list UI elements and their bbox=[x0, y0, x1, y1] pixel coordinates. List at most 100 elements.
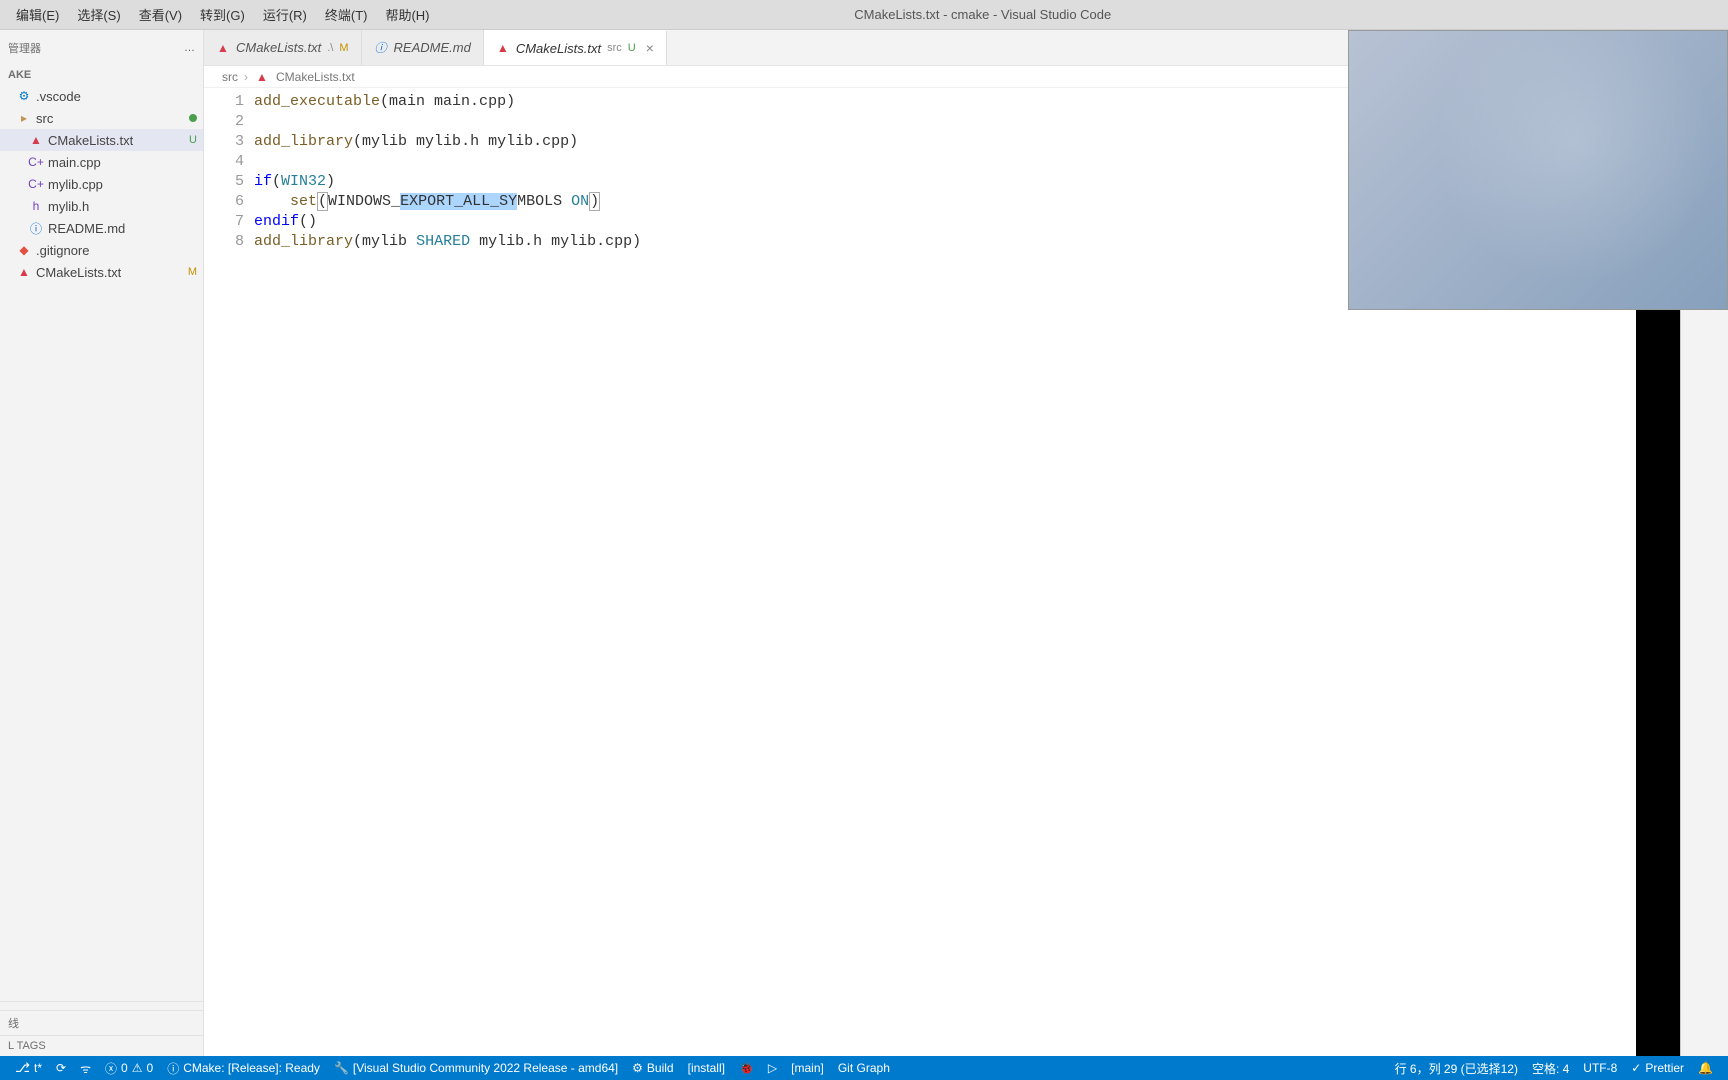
info-icon: ⓘ bbox=[167, 1060, 179, 1077]
status-radio[interactable]: ᯤ bbox=[73, 1056, 98, 1080]
status-cmake[interactable]: ⓘ CMake: [Release]: Ready bbox=[160, 1056, 327, 1080]
status-cursor[interactable]: 行 6，列 29 (已选择12) bbox=[1388, 1056, 1525, 1080]
line-number: 4 bbox=[204, 152, 244, 172]
status-problems[interactable]: ⓧ0 ⚠0 bbox=[98, 1056, 160, 1080]
status-install[interactable]: [install] bbox=[681, 1056, 732, 1080]
breadcrumb[interactable]: src › ▲ CMakeLists.txt bbox=[204, 66, 1728, 88]
sync-icon: ⟳ bbox=[56, 1061, 66, 1075]
code-line[interactable]: set(WINDOWS_EXPORT_ALL_SYMBOLS ON) bbox=[254, 192, 641, 212]
menu-run[interactable]: 运行(R) bbox=[255, 1, 315, 28]
status-debug[interactable]: 🐞 bbox=[732, 1056, 761, 1080]
warnings-count: 0 bbox=[147, 1061, 154, 1075]
code-line[interactable] bbox=[254, 112, 641, 132]
status-run[interactable]: ▷ bbox=[761, 1056, 784, 1080]
sidebar-section[interactable]: AKE bbox=[0, 65, 203, 85]
status-build[interactable]: ⚙ Build bbox=[625, 1056, 680, 1080]
status-gitgraph[interactable]: Git Graph bbox=[831, 1056, 897, 1080]
status-prettier[interactable]: ✓ Prettier bbox=[1624, 1056, 1691, 1080]
h-icon: h bbox=[28, 198, 44, 214]
tab-cmakelists-txt[interactable]: ▲CMakeLists.txt.\M bbox=[204, 30, 362, 65]
breadcrumb-folder[interactable]: src bbox=[222, 70, 238, 84]
tree-item--gitignore[interactable]: ◆ .gitignore bbox=[0, 239, 203, 261]
line-gutter: 12345678 bbox=[204, 88, 254, 1056]
tree-item-label: main.cpp bbox=[48, 155, 101, 170]
tree-item--vscode[interactable]: ⚙.vscode bbox=[0, 85, 203, 107]
explorer-sidebar: 管理器 … AKE ⚙.vscode ▸ src ▲ CMakeLists.txt U C+… bbox=[0, 30, 204, 1056]
line-number: 1 bbox=[204, 92, 244, 112]
folder-icon: ▸ bbox=[16, 110, 32, 126]
tab-git-status: U bbox=[628, 42, 636, 54]
line-number: 7 bbox=[204, 212, 244, 232]
tree-item-cmakelists-txt[interactable]: ▲CMakeLists.txtM bbox=[0, 261, 203, 283]
prettier-label: Prettier bbox=[1645, 1061, 1684, 1075]
tree-item-cmakelists-txt[interactable]: ▲CMakeLists.txtU bbox=[0, 129, 203, 151]
menu-view[interactable]: 查看(V) bbox=[131, 1, 190, 28]
tab-label: CMakeLists.txt bbox=[236, 40, 321, 55]
menu-terminal[interactable]: 终端(T) bbox=[317, 1, 376, 28]
status-kit[interactable]: 🔧 [Visual Studio Community 2022 Release … bbox=[327, 1056, 625, 1080]
code-line[interactable]: add_library(mylib mylib.h mylib.cpp) bbox=[254, 132, 641, 152]
sidebar-header-label: 管理器 bbox=[8, 40, 41, 56]
wrench-icon: 🔧 bbox=[334, 1061, 349, 1075]
code-line[interactable]: add_library(mylib SHARED mylib.h mylib.c… bbox=[254, 232, 641, 252]
cmake-icon: ▲ bbox=[496, 41, 510, 55]
modified-dot-icon bbox=[189, 114, 197, 122]
code-line[interactable]: if(WIN32) bbox=[254, 172, 641, 192]
md-icon: ⓘ bbox=[374, 41, 388, 55]
code-line[interactable]: endif() bbox=[254, 212, 641, 232]
cmake-icon: ▲ bbox=[16, 264, 32, 280]
status-target[interactable]: [main] bbox=[784, 1056, 831, 1080]
menu-go[interactable]: 转到(G) bbox=[192, 1, 253, 28]
menubar: 编辑(E) 选择(S) 查看(V) 转到(G) 运行(R) 终端(T) 帮助(H… bbox=[0, 1, 438, 28]
tree-item-main-cpp[interactable]: C+ main.cpp bbox=[0, 151, 203, 173]
tree-item-label: .vscode bbox=[36, 89, 81, 104]
status-encoding[interactable]: UTF-8 bbox=[1576, 1056, 1624, 1080]
status-branch[interactable]: ⎇ t* bbox=[8, 1056, 49, 1080]
cmake-icon: ▲ bbox=[216, 41, 230, 55]
tree-item-label: mylib.h bbox=[48, 199, 89, 214]
right-panel-strip bbox=[1636, 310, 1680, 1056]
line-number: 5 bbox=[204, 172, 244, 192]
menu-edit[interactable]: 编辑(E) bbox=[8, 1, 67, 28]
tree-item-readme-md[interactable]: ⓘREADME.md bbox=[0, 217, 203, 239]
warning-icon: ⚠ bbox=[132, 1061, 143, 1075]
git-status-badge: U bbox=[189, 134, 197, 146]
tree-item-mylib-cpp[interactable]: C+mylib.cpp bbox=[0, 173, 203, 195]
bug-icon: 🐞 bbox=[739, 1061, 754, 1075]
tree-item-label: src bbox=[36, 111, 53, 126]
gear-icon: ⚙ bbox=[632, 1061, 643, 1075]
code-line[interactable]: add_executable(main main.cpp) bbox=[254, 92, 641, 112]
tree-item-label: mylib.cpp bbox=[48, 177, 103, 192]
tab-cmakelists-txt[interactable]: ▲ CMakeLists.txt src U × bbox=[484, 30, 667, 65]
close-icon[interactable]: × bbox=[646, 40, 654, 56]
status-spaces[interactable]: 空格: 4 bbox=[1525, 1056, 1576, 1080]
tab-suffix: src bbox=[607, 42, 622, 54]
tags-section[interactable]: L TAGS bbox=[0, 1035, 203, 1056]
code-content[interactable]: add_executable(main main.cpp) add_library… bbox=[254, 88, 641, 1056]
tree-item-label: README.md bbox=[48, 221, 125, 236]
branch-label: t* bbox=[34, 1061, 42, 1075]
outline-section[interactable] bbox=[0, 1001, 203, 1010]
minimap[interactable] bbox=[1680, 310, 1728, 1056]
build-label: Build bbox=[647, 1061, 674, 1075]
timeline-section[interactable]: 线 bbox=[0, 1010, 203, 1035]
cpp-icon: C+ bbox=[28, 154, 44, 170]
tree-item-mylib-h[interactable]: h mylib.h bbox=[0, 195, 203, 217]
tree-item-label: CMakeLists.txt bbox=[48, 133, 133, 148]
status-bar: ⎇ t* ⟳ ᯤ ⓧ0 ⚠0 ⓘ CMake: [Release]: Ready… bbox=[0, 1056, 1728, 1080]
tab-readme-md[interactable]: ⓘREADME.md bbox=[362, 30, 484, 65]
menu-help[interactable]: 帮助(H) bbox=[377, 1, 437, 28]
tab-bar: ▲CMakeLists.txt.\MⓘREADME.md▲CMakeLists.… bbox=[204, 30, 1728, 66]
tree-item-src[interactable]: ▸ src bbox=[0, 107, 203, 129]
tree-item-label: .gitignore bbox=[36, 243, 89, 258]
sidebar-more-icon[interactable]: … bbox=[184, 42, 195, 54]
breadcrumb-file[interactable]: CMakeLists.txt bbox=[276, 70, 355, 84]
menu-select[interactable]: 选择(S) bbox=[69, 1, 128, 28]
git-icon: ◆ bbox=[16, 242, 32, 258]
tab-label: CMakeLists.txt bbox=[516, 41, 601, 56]
check-icon: ✓ bbox=[1631, 1061, 1641, 1075]
code-line[interactable] bbox=[254, 152, 641, 172]
code-editor[interactable]: 12345678 add_executable(main main.cpp)ad… bbox=[204, 88, 1728, 1056]
status-sync[interactable]: ⟳ bbox=[49, 1056, 73, 1080]
status-bell[interactable]: 🔔 bbox=[1691, 1056, 1720, 1080]
